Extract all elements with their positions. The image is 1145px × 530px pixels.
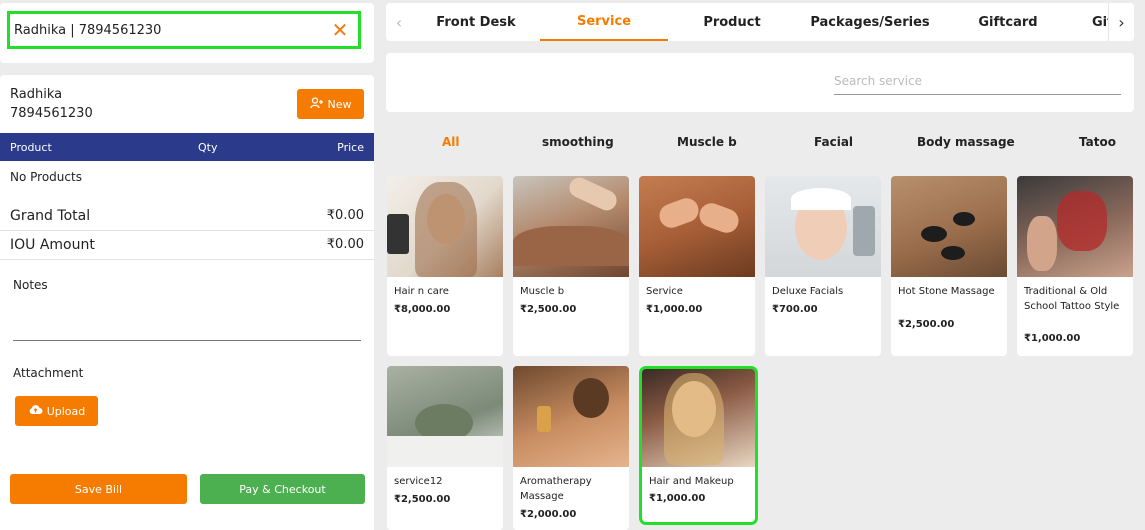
service-image-hot-stone xyxy=(891,176,1007,277)
service-card[interactable]: Traditional & Old School Tattoo Style ₹1… xyxy=(1017,176,1133,356)
pay-checkout-button[interactable]: Pay & Checkout xyxy=(200,474,365,504)
customer-search-input[interactable]: Radhika | 7894561230 ✕ xyxy=(7,11,361,49)
service-card[interactable]: Hot Stone Massage ₹2,500.00 xyxy=(891,176,1007,356)
service-price: ₹1,000.00 xyxy=(646,304,703,315)
grand-total-value: ₹0.00 xyxy=(326,208,364,223)
service-price: ₹8,000.00 xyxy=(394,304,451,315)
category-body-massage[interactable]: Body massage xyxy=(917,135,1015,153)
column-price: Price xyxy=(337,141,364,154)
category-facial[interactable]: Facial xyxy=(814,135,853,153)
service-name: Hot Stone Massage xyxy=(898,286,995,297)
service-name: Service xyxy=(646,286,683,297)
upload-button-label: Upload xyxy=(46,404,86,418)
category-muscle-b[interactable]: Muscle b xyxy=(677,135,737,153)
new-customer-button[interactable]: New xyxy=(297,89,364,119)
service-card[interactable]: Aromatherapy Massage ₹2,000.00 xyxy=(513,366,629,530)
notes-label: Notes xyxy=(13,278,48,292)
customer-phone: 7894561230 xyxy=(10,106,93,121)
service-image-service12 xyxy=(387,366,503,467)
chevron-right-icon[interactable]: › xyxy=(1108,3,1134,41)
customer-search-card: Radhika | 7894561230 ✕ xyxy=(0,3,374,63)
service-card[interactable]: Service ₹1,000.00 xyxy=(639,176,755,356)
service-name: Aromatherapy Massage xyxy=(520,476,592,502)
service-image-muscle xyxy=(513,176,629,277)
service-image-hair-makeup xyxy=(642,369,755,467)
category-smoothing[interactable]: smoothing xyxy=(542,135,614,153)
service-card[interactable]: Hair n care ₹8,000.00 xyxy=(387,176,503,356)
service-price: ₹2,500.00 xyxy=(520,304,577,315)
customer-name: Radhika xyxy=(10,87,63,102)
tab-product[interactable]: Product xyxy=(668,3,796,41)
cloud-upload-icon xyxy=(28,404,43,418)
notes-input[interactable] xyxy=(13,340,361,341)
service-search-card xyxy=(386,53,1134,112)
service-search-input[interactable] xyxy=(834,67,1121,95)
chevron-left-icon[interactable]: ‹ xyxy=(386,3,412,41)
save-bill-button[interactable]: Save Bill xyxy=(10,474,187,504)
new-button-label: New xyxy=(327,97,352,111)
service-name: Muscle b xyxy=(520,286,565,297)
tab-packages-series[interactable]: Packages/Series xyxy=(796,3,944,41)
service-price: ₹1,000.00 xyxy=(649,493,706,504)
service-name: Traditional & Old School Tattoo Style xyxy=(1024,286,1120,312)
column-qty: Qty xyxy=(198,141,218,154)
service-image-aromatherapy xyxy=(513,366,629,467)
service-price: ₹700.00 xyxy=(772,304,818,315)
service-card[interactable]: Muscle b ₹2,500.00 xyxy=(513,176,629,356)
tab-giftcard[interactable]: Giftcard xyxy=(944,3,1072,41)
service-name: service12 xyxy=(394,476,443,487)
tab-front-desk[interactable]: Front Desk xyxy=(412,3,540,41)
service-image-facial xyxy=(765,176,881,277)
close-icon[interactable]: ✕ xyxy=(328,18,352,42)
service-price: ₹1,000.00 xyxy=(1024,333,1081,344)
attachment-label: Attachment xyxy=(13,366,84,380)
tabs-bar: ‹ Front Desk Service Product Packages/Se… xyxy=(386,3,1134,41)
service-name: Hair and Makeup xyxy=(649,476,734,487)
column-product: Product xyxy=(10,141,52,154)
iou-value: ₹0.00 xyxy=(326,237,364,252)
upload-button[interactable]: Upload xyxy=(15,396,98,426)
service-image-hair-care xyxy=(387,176,503,277)
tab-service[interactable]: Service xyxy=(540,3,668,41)
service-price: ₹2,500.00 xyxy=(394,494,451,505)
category-all[interactable]: All xyxy=(442,135,460,153)
iou-label: IOU Amount xyxy=(10,237,95,253)
tab-giftcard-partial[interactable]: Gif xyxy=(1072,3,1112,41)
cart-panel: Radhika 7894561230 New Product Qty Price… xyxy=(0,75,374,530)
service-name: Deluxe Facials xyxy=(772,286,844,297)
iou-row: IOU Amount ₹0.00 xyxy=(0,232,374,260)
service-image-tattoo xyxy=(1017,176,1133,277)
service-card[interactable]: Deluxe Facials ₹700.00 xyxy=(765,176,881,356)
grand-total-row: Grand Total ₹0.00 xyxy=(0,203,374,231)
service-image-service xyxy=(639,176,755,277)
service-card-selected[interactable]: Hair and Makeup ₹1,000.00 xyxy=(639,366,758,525)
add-user-icon xyxy=(309,96,324,112)
service-card[interactable]: service12 ₹2,500.00 xyxy=(387,366,503,530)
category-tatoo[interactable]: Tatoo xyxy=(1079,135,1116,153)
service-name: Hair n care xyxy=(394,286,449,297)
cart-table-header: Product Qty Price xyxy=(0,133,374,161)
customer-search-value: Radhika | 7894561230 xyxy=(14,22,162,38)
service-price: ₹2,500.00 xyxy=(898,319,955,330)
service-price: ₹2,000.00 xyxy=(520,509,577,520)
empty-cart-message: No Products xyxy=(10,170,82,184)
grand-total-label: Grand Total xyxy=(10,208,91,224)
